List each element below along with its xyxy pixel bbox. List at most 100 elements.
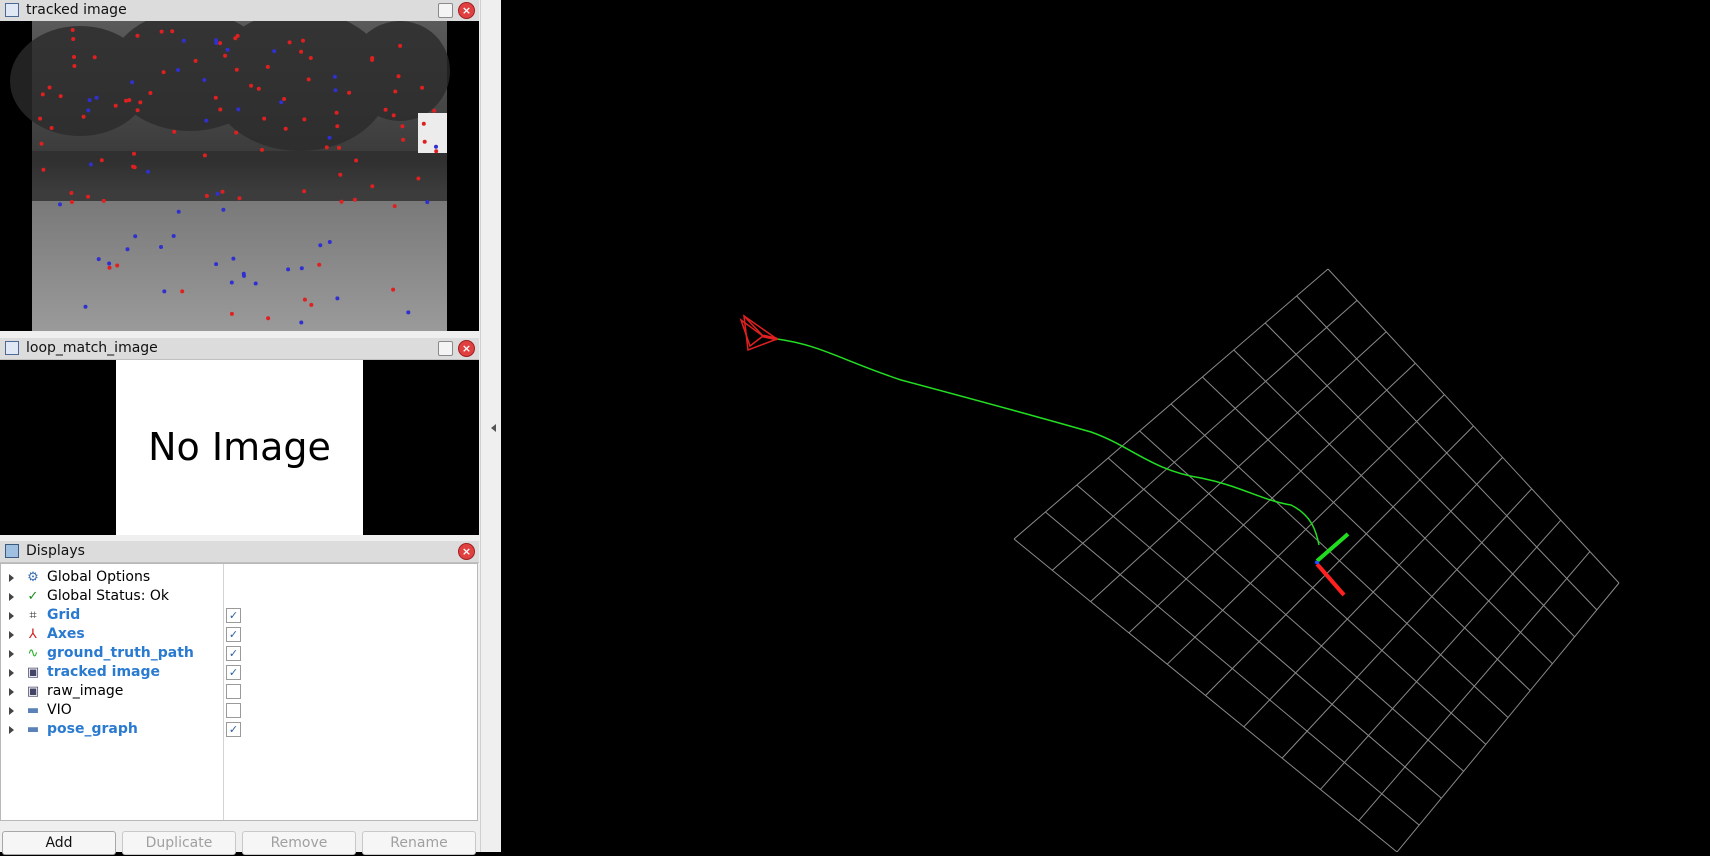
feature-point bbox=[41, 167, 46, 172]
feature-point bbox=[234, 67, 239, 72]
float-panel-button[interactable] bbox=[438, 341, 453, 356]
feature-point bbox=[237, 196, 242, 201]
image-icon: ▣ bbox=[26, 665, 40, 680]
feature-point bbox=[58, 202, 62, 207]
expand-arrow-icon[interactable] bbox=[9, 612, 14, 620]
feature-point bbox=[354, 158, 359, 163]
feature-point bbox=[138, 100, 143, 105]
grid-display bbox=[1013, 268, 1620, 853]
float-panel-button[interactable] bbox=[438, 3, 453, 18]
enable-checkbox[interactable] bbox=[226, 703, 241, 718]
displays-panel-title: Displays × bbox=[0, 541, 479, 563]
feature-point bbox=[180, 289, 185, 294]
feature-point bbox=[279, 100, 284, 105]
feature-point bbox=[218, 107, 223, 112]
display-item-label: pose_graph bbox=[47, 721, 138, 737]
feature-point bbox=[171, 234, 176, 238]
feature-point bbox=[135, 33, 140, 38]
add-button[interactable]: Add bbox=[2, 831, 116, 855]
display-item-label: ground_truth_path bbox=[47, 645, 194, 661]
dock-splitter[interactable] bbox=[480, 0, 501, 852]
grid-line bbox=[1076, 484, 1442, 799]
folder-icon: ▬ bbox=[26, 722, 40, 737]
feature-point bbox=[287, 40, 292, 45]
display-item-label: Axes bbox=[47, 626, 85, 642]
feature-point bbox=[202, 153, 207, 158]
display-item-raw-image[interactable]: ▣ raw_image bbox=[1, 682, 477, 701]
render-viewport[interactable] bbox=[501, 0, 1710, 853]
feature-point bbox=[391, 113, 396, 118]
feature-point bbox=[233, 36, 238, 41]
duplicate-button[interactable]: Duplicate bbox=[122, 831, 236, 855]
feature-point bbox=[49, 126, 54, 130]
close-icon[interactable]: × bbox=[458, 340, 475, 357]
feature-point bbox=[83, 304, 88, 309]
expand-arrow-icon[interactable] bbox=[9, 669, 14, 677]
feature-point bbox=[339, 199, 344, 204]
expand-arrow-icon[interactable] bbox=[9, 593, 14, 601]
feature-point bbox=[334, 110, 339, 115]
feature-point bbox=[229, 280, 234, 285]
feature-point bbox=[301, 38, 305, 43]
feature-point bbox=[229, 311, 234, 316]
enable-checkbox[interactable]: ✓ bbox=[226, 722, 241, 737]
close-icon[interactable]: × bbox=[458, 543, 475, 560]
feature-point bbox=[337, 145, 341, 150]
enable-checkbox[interactable]: ✓ bbox=[226, 608, 241, 623]
expand-arrow-icon[interactable] bbox=[9, 631, 14, 639]
loop-match-view: No Image bbox=[0, 360, 479, 535]
feature-point bbox=[306, 77, 311, 82]
tracked-image-panel-label: tracked image bbox=[26, 2, 127, 18]
feature-point bbox=[434, 149, 439, 154]
feature-point bbox=[72, 64, 77, 68]
expand-arrow-icon[interactable] bbox=[9, 650, 14, 658]
display-item-global-status-ok[interactable]: ✓ Global Status: Ok bbox=[1, 587, 477, 606]
display-item-axes[interactable]: ⅄ Axes ✓ bbox=[1, 625, 477, 644]
feature-point bbox=[309, 302, 314, 307]
checkmark-icon: ✓ bbox=[27, 589, 39, 604]
feature-point bbox=[308, 56, 313, 60]
feature-point bbox=[425, 200, 430, 205]
feature-point bbox=[162, 289, 167, 294]
rename-button[interactable]: Rename bbox=[362, 831, 476, 855]
expand-arrow-icon[interactable] bbox=[9, 688, 14, 696]
close-icon[interactable]: × bbox=[458, 2, 475, 19]
remove-button[interactable]: Remove bbox=[242, 831, 356, 855]
grid-icon: ⌗ bbox=[29, 608, 37, 623]
display-item-pose-graph[interactable]: ▬ pose_graph ✓ bbox=[1, 720, 477, 739]
display-item-ground-truth-path[interactable]: ∿ ground_truth_path ✓ bbox=[1, 644, 477, 663]
enable-checkbox[interactable]: ✓ bbox=[226, 646, 241, 661]
display-item-global-options[interactable]: ⚙ Global Options bbox=[1, 568, 477, 587]
feature-point bbox=[130, 80, 135, 85]
tracked-camera-frame bbox=[10, 21, 450, 331]
feature-point bbox=[38, 116, 43, 121]
feature-point bbox=[324, 145, 329, 150]
collapse-arrow-icon[interactable] bbox=[491, 424, 496, 432]
displays-panel-label: Displays bbox=[26, 543, 85, 559]
image-icon: ▣ bbox=[26, 684, 40, 699]
feature-point bbox=[302, 117, 307, 122]
feature-point bbox=[133, 234, 138, 239]
expand-arrow-icon[interactable] bbox=[9, 707, 14, 715]
grid-line bbox=[1281, 488, 1533, 759]
display-item-grid[interactable]: ⌗ Grid ✓ bbox=[1, 606, 477, 625]
3d-scene[interactable] bbox=[501, 0, 1710, 853]
grid-line bbox=[1170, 403, 1509, 718]
feature-point bbox=[420, 85, 425, 90]
feature-point bbox=[398, 43, 403, 48]
feature-point bbox=[176, 209, 181, 214]
feature-point bbox=[416, 176, 421, 181]
feature-point bbox=[317, 262, 322, 267]
display-item-tracked-image[interactable]: ▣ tracked image ✓ bbox=[1, 663, 477, 682]
feature-point bbox=[159, 29, 164, 34]
expand-arrow-icon[interactable] bbox=[9, 574, 14, 582]
feature-point bbox=[214, 38, 219, 43]
feature-point bbox=[422, 139, 427, 144]
expand-arrow-icon[interactable] bbox=[9, 726, 14, 734]
enable-checkbox[interactable]: ✓ bbox=[226, 665, 241, 680]
monitor-icon bbox=[5, 544, 19, 558]
enable-checkbox[interactable] bbox=[226, 684, 241, 699]
enable-checkbox[interactable]: ✓ bbox=[226, 627, 241, 642]
display-item-vio[interactable]: ▬ VIO bbox=[1, 701, 477, 720]
display-item-label: tracked image bbox=[47, 664, 161, 680]
